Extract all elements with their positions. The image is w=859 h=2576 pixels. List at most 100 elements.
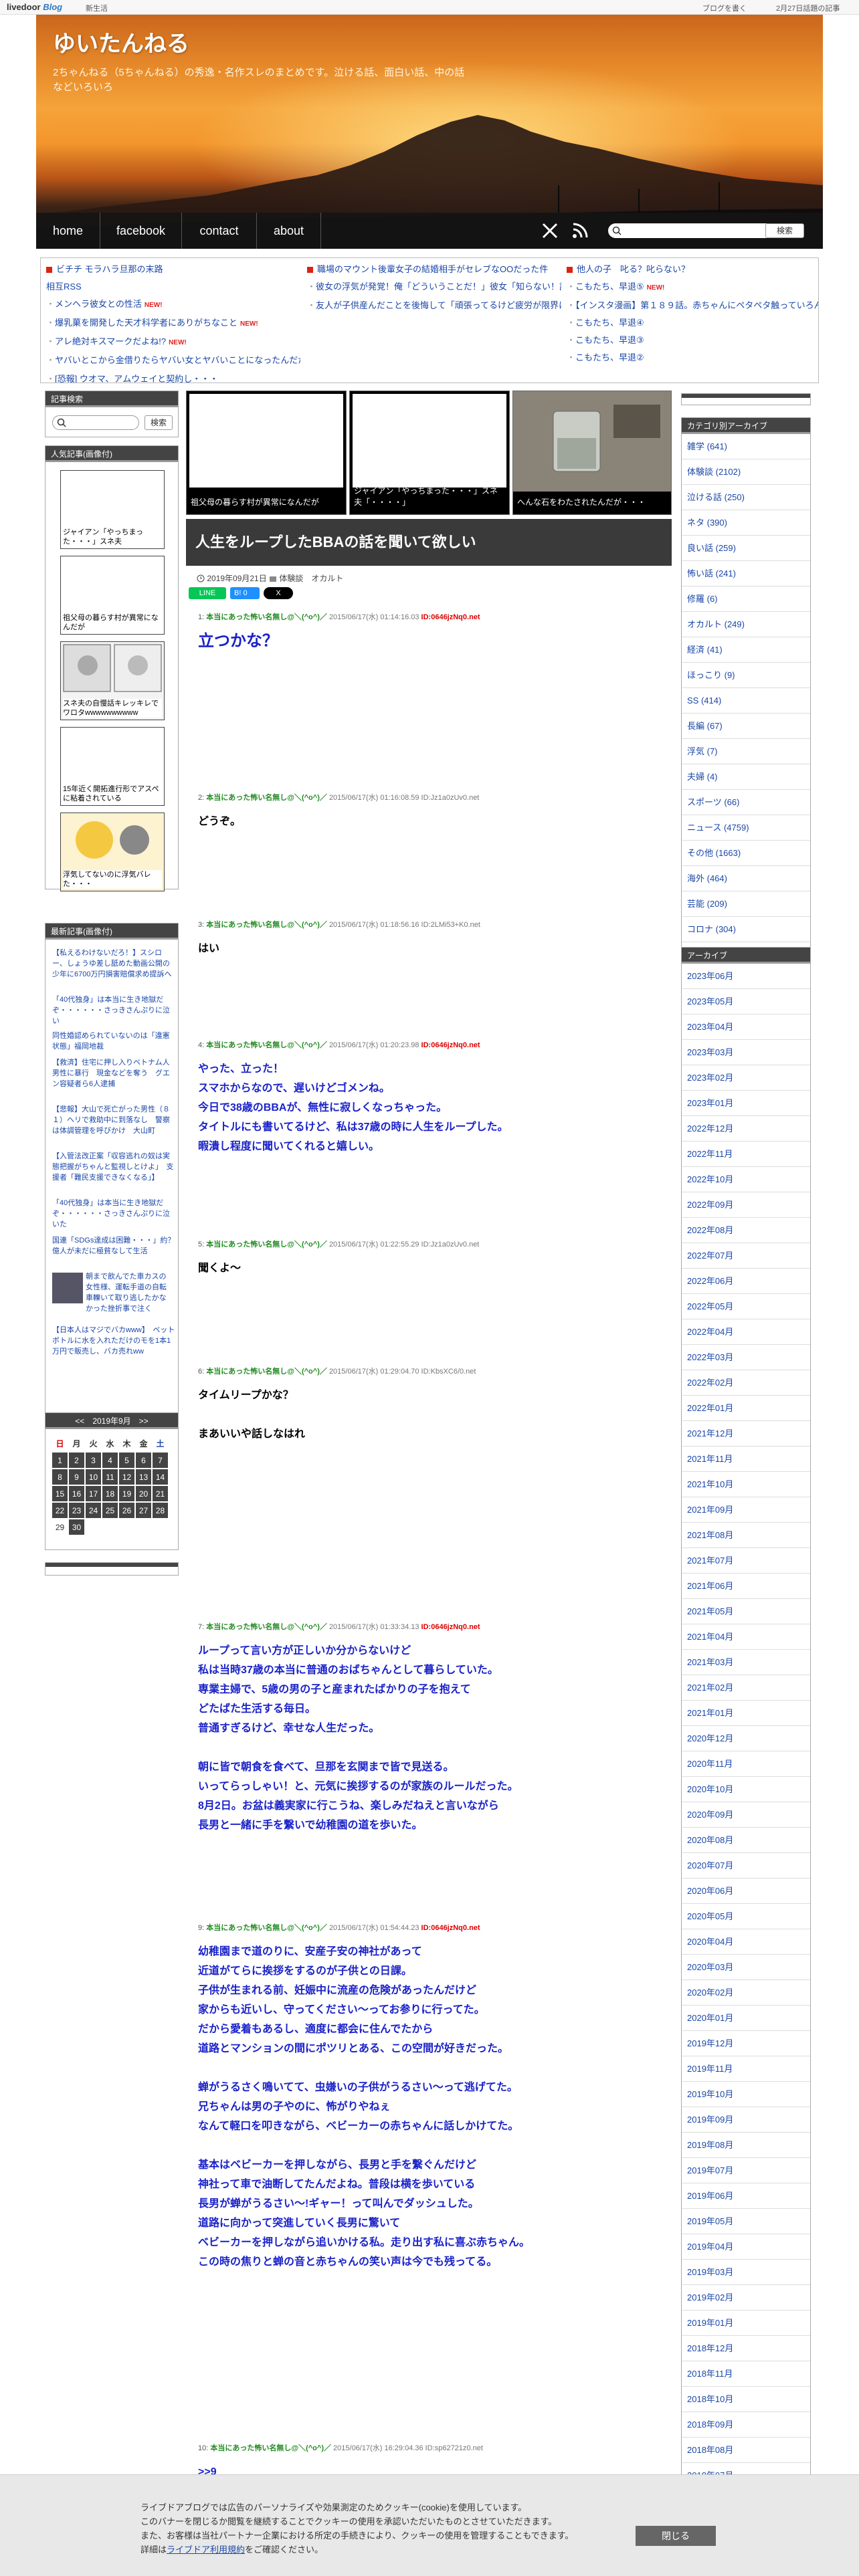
archive-link[interactable]: 2019年06月 — [682, 2183, 810, 2209]
archive-link[interactable]: 2021年10月 — [682, 1472, 810, 1497]
related-thumb[interactable]: 祖父母の暮らす村が異常になんだが — [186, 391, 347, 515]
archive-link[interactable]: 2022年06月 — [682, 1269, 810, 1294]
archive-link[interactable]: 2018年11月 — [682, 2361, 810, 2387]
archive-link[interactable]: 2023年04月 — [682, 1014, 810, 1040]
archive-link[interactable]: 2022年05月 — [682, 1294, 810, 1319]
category-link[interactable]: 海外 (464) — [682, 866, 810, 891]
calendar-day[interactable]: 14 — [151, 1468, 169, 1486]
terms-link[interactable]: ライブドア利用規約 — [167, 2545, 245, 2555]
category-link[interactable]: 体験談 (2102) — [682, 459, 810, 485]
calendar-day[interactable]: 8 — [51, 1468, 69, 1486]
archive-link[interactable]: 2022年11月 — [682, 1142, 810, 1167]
hatena-bookmark-button[interactable]: B! 0 — [230, 587, 260, 599]
x-icon[interactable] — [541, 222, 559, 239]
recent-item[interactable]: 朝まで飲んでた車カスの女性様、運転手道の自転車轢いて取り逃したかなかった挫折事で… — [86, 1271, 173, 1314]
sidebar-search-button[interactable]: 検索 — [145, 415, 173, 430]
archive-link[interactable]: 2023年05月 — [682, 989, 810, 1014]
archive-link[interactable]: 2023年06月 — [682, 964, 810, 989]
news-item[interactable]: ・こもたち、早退⑤ NEW! — [567, 278, 818, 297]
calendar-day[interactable]: 27 — [134, 1501, 153, 1519]
calendar-day[interactable]: 17 — [84, 1485, 102, 1503]
news-item[interactable]: ・メンヘラ彼女との性活 NEW! — [46, 296, 300, 314]
archive-link[interactable]: 2020年02月 — [682, 1980, 810, 2006]
archive-link[interactable]: 2018年09月 — [682, 2412, 810, 2438]
header-search-button[interactable]: 検索 — [765, 223, 804, 238]
blog-title[interactable]: ゆいたんねる — [53, 25, 189, 58]
livedoor-logo[interactable]: livedoor Blog — [7, 2, 62, 12]
archive-link[interactable]: 2023年03月 — [682, 1040, 810, 1065]
poster-name[interactable]: 本当にあった怖い名無し@＼(^o^)／ — [206, 613, 327, 621]
news-item[interactable]: ・ヤバいとこから金借りたらヤバい女とヤバいことになったんだがNEW! — [46, 352, 300, 370]
category-link[interactable]: 芸能 (209) — [682, 891, 810, 917]
calendar-day[interactable]: 19 — [118, 1485, 136, 1503]
calendar-day[interactable]: 28 — [151, 1501, 169, 1519]
archive-link[interactable]: 2021年06月 — [682, 1574, 810, 1599]
calendar-day[interactable]: 11 — [101, 1468, 119, 1486]
archive-link[interactable]: 2022年02月 — [682, 1370, 810, 1396]
archive-link[interactable]: 2018年10月 — [682, 2387, 810, 2412]
archive-link[interactable]: 2021年01月 — [682, 1701, 810, 1726]
nav-about[interactable]: about — [257, 213, 321, 249]
archive-link[interactable]: 2020年04月 — [682, 1929, 810, 1955]
nav-contact[interactable]: contact — [182, 213, 257, 249]
calendar-day[interactable]: 23 — [68, 1501, 86, 1519]
calendar-day[interactable]: 18 — [101, 1485, 119, 1503]
calendar-day[interactable]: 15 — [51, 1485, 69, 1503]
calendar-day[interactable]: 22 — [51, 1501, 69, 1519]
category-link[interactable]: 雑学 (641) — [682, 434, 810, 459]
calendar-day[interactable]: 25 — [101, 1501, 119, 1519]
nav-home[interactable]: home — [36, 213, 100, 249]
category-link[interactable]: オカルト (249) — [682, 612, 810, 637]
archive-link[interactable]: 2020年05月 — [682, 1904, 810, 1929]
recent-item[interactable]: 国連「SDGs達成は困難・・・」約？億人が未だに極貧なして生活 — [52, 1235, 176, 1257]
line-share-button[interactable]: LINE — [189, 587, 226, 599]
archive-link[interactable]: 2019年09月 — [682, 2107, 810, 2133]
news-item[interactable]: ・こもたち、早退② — [567, 349, 818, 366]
nav-facebook[interactable]: facebook — [100, 213, 182, 249]
poster-name[interactable]: 本当にあった怖い名無し@＼(^o^)／ — [206, 921, 327, 929]
archive-link[interactable]: 2022年09月 — [682, 1192, 810, 1218]
archive-link[interactable]: 2022年03月 — [682, 1345, 810, 1370]
popular-item[interactable]: 浮気してないのに浮気バレた・・・ — [60, 813, 165, 891]
archive-link[interactable]: 2021年11月 — [682, 1446, 810, 1472]
archive-link[interactable]: 2020年12月 — [682, 1726, 810, 1751]
archive-link[interactable]: 2019年07月 — [682, 2158, 810, 2183]
archive-link[interactable]: 2019年02月 — [682, 2285, 810, 2311]
archive-link[interactable]: 2023年01月 — [682, 1091, 810, 1116]
poster-name[interactable]: 本当にあった怖い名無し@＼(^o^)／ — [206, 1924, 327, 1932]
category-link[interactable]: 良い話 (259) — [682, 536, 810, 561]
archive-link[interactable]: 2019年04月 — [682, 2234, 810, 2260]
cookie-close-button[interactable]: 閉じる — [636, 2526, 716, 2546]
calendar-day[interactable]: 10 — [84, 1468, 102, 1486]
recent-item[interactable]: 同性婚認められていないのは「違憲状態」福岡地裁 — [52, 1031, 176, 1052]
sidebar-search-input[interactable] — [52, 415, 139, 430]
archive-link[interactable]: 2020年07月 — [682, 1853, 810, 1879]
category-link[interactable]: 怖い話 (241) — [682, 561, 810, 586]
archive-link[interactable]: 2018年08月 — [682, 2438, 810, 2463]
recent-item[interactable]: 「40代独身」は本当に生き地獄だぞ・・・・・・さっきさんぷりに泣いた — [52, 1198, 176, 1230]
calendar-day[interactable]: 12 — [118, 1468, 136, 1486]
calendar-day[interactable]: 6 — [134, 1451, 153, 1469]
calendar-day[interactable]: 29 — [51, 1518, 69, 1536]
category-link[interactable]: 夫婦 (4) — [682, 764, 810, 790]
calendar-day[interactable]: 30 — [68, 1518, 86, 1536]
category-link[interactable]: その他 (1663) — [682, 841, 810, 866]
calendar-day[interactable]: 1 — [51, 1451, 69, 1469]
category-link[interactable]: ニュース (4759) — [682, 815, 810, 841]
archive-link[interactable]: 2022年04月 — [682, 1319, 810, 1345]
archive-link[interactable]: 2018年12月 — [682, 2336, 810, 2361]
calendar-day[interactable]: 24 — [84, 1501, 102, 1519]
archive-link[interactable]: 2021年02月 — [682, 1675, 810, 1701]
archive-link[interactable]: 2019年05月 — [682, 2209, 810, 2234]
news-item[interactable]: ・彼女の浮気が発覚！俺「どういうことだ！」彼女「知らない！記憶がない」俺「ふざけ… — [307, 278, 561, 297]
category-link[interactable]: スポーツ (66) — [682, 790, 810, 815]
archive-link[interactable]: 2019年12月 — [682, 2031, 810, 2056]
archive-link[interactable]: 2021年03月 — [682, 1650, 810, 1675]
category-link[interactable]: 経済 (41) — [682, 637, 810, 663]
archive-link[interactable]: 2020年01月 — [682, 2006, 810, 2031]
news-item[interactable]: ・こもたち、早退④ — [567, 314, 818, 332]
recent-item[interactable]: 【悲報】大山で死亡がった男性（８１）ヘリで救助中に到落なし 警察は体調管理を呼び… — [52, 1104, 176, 1136]
article-category[interactable]: 体験談 オカルト — [269, 572, 343, 584]
news-item[interactable]: ・こもたち、早退③ — [567, 332, 818, 349]
archive-link[interactable]: 2022年07月 — [682, 1243, 810, 1269]
